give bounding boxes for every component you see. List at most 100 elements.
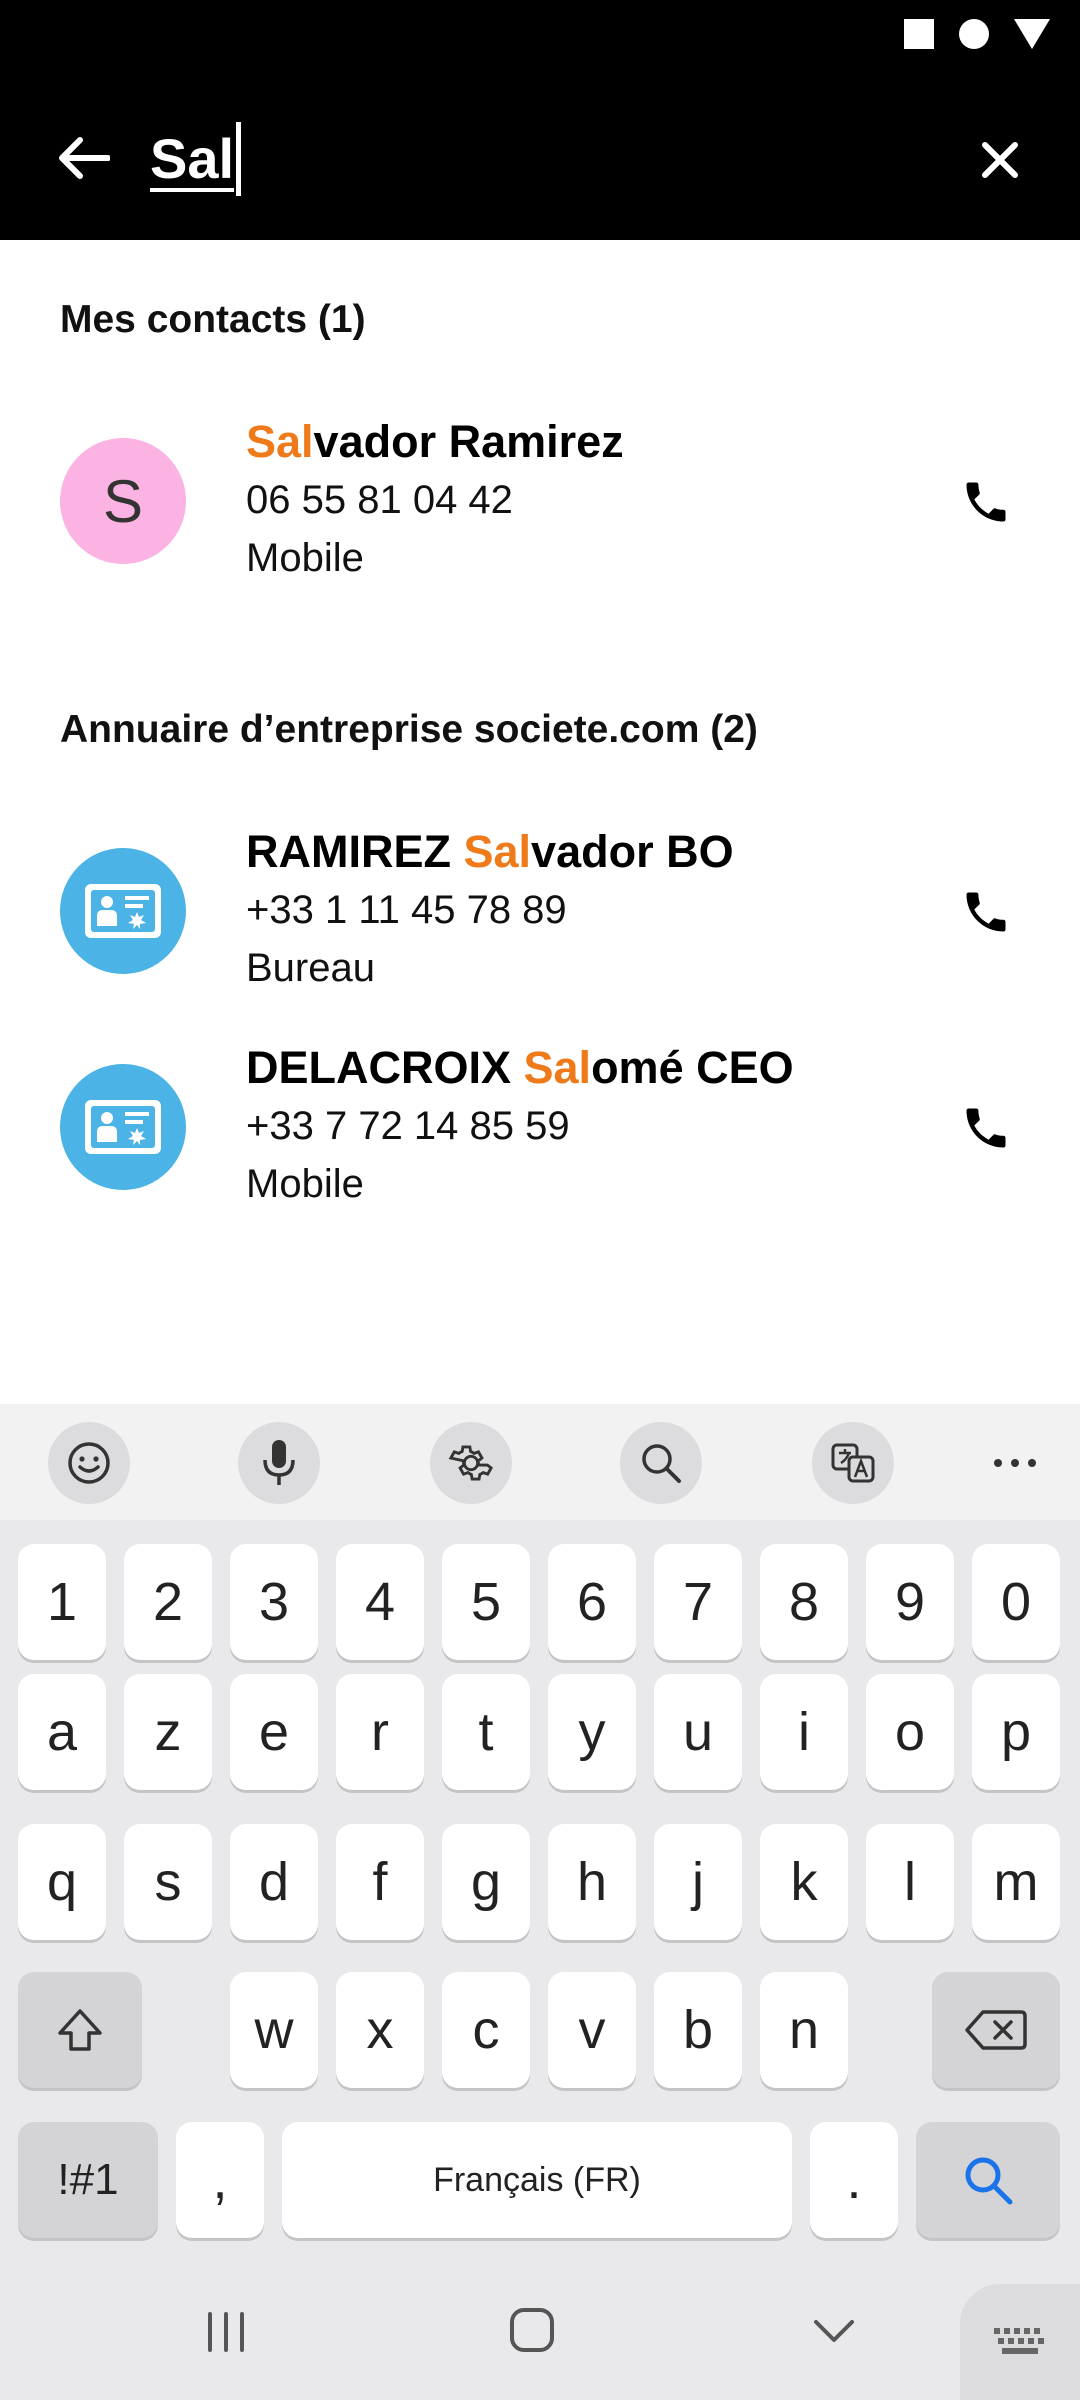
voice-input-button[interactable]	[238, 1422, 320, 1504]
contacts-section-title: Mes contacts (1)	[60, 298, 366, 341]
business-card-icon	[85, 1100, 161, 1154]
more-icon	[994, 1459, 1036, 1467]
key-l[interactable]: l	[866, 1824, 954, 1940]
symbols-key[interactable]: !#1	[18, 2122, 158, 2238]
company-avatar	[60, 1064, 186, 1190]
clear-button[interactable]	[970, 130, 1030, 190]
key-k[interactable]: k	[760, 1824, 848, 1940]
key-f[interactable]: f	[336, 1824, 424, 1940]
key-8[interactable]: 8	[760, 1544, 848, 1660]
microphone-icon	[263, 1440, 295, 1485]
home-icon	[510, 2308, 554, 2352]
contact-phone-type: Mobile	[246, 536, 364, 580]
shift-key[interactable]	[18, 1972, 142, 2088]
call-button[interactable]	[956, 882, 1016, 942]
avatar: S	[60, 438, 186, 564]
key-e[interactable]: e	[230, 1674, 318, 1790]
key-7[interactable]: 7	[654, 1544, 742, 1660]
search-input[interactable]: Sal	[150, 116, 234, 200]
shift-icon	[58, 2009, 102, 2051]
directory-row[interactable]: RAMIREZ Salvador BO +33 1 11 45 78 89 Bu…	[0, 816, 1080, 996]
emoji-icon	[68, 1442, 110, 1484]
keyboard-switch-button[interactable]	[960, 2284, 1080, 2400]
key-0[interactable]: 0	[972, 1544, 1060, 1660]
directory-row[interactable]: DELACROIX Salomé CEO +33 7 72 14 85 59 M…	[0, 1032, 1080, 1212]
key-o[interactable]: o	[866, 1674, 954, 1790]
key-q[interactable]: q	[18, 1824, 106, 1940]
contact-name: Salvador Ramirez	[246, 416, 624, 468]
key-x[interactable]: x	[336, 1972, 424, 2088]
key-n[interactable]: n	[760, 1972, 848, 2088]
backspace-icon	[965, 2010, 1027, 2050]
circle-icon	[958, 18, 990, 55]
space-key[interactable]: Français (FR)	[282, 2122, 792, 2238]
name-before: DELACROIX	[246, 1042, 524, 1093]
key-b[interactable]: b	[654, 1972, 742, 2088]
name-after: omé CEO	[591, 1042, 794, 1093]
key-d[interactable]: d	[230, 1824, 318, 1940]
directory-name: RAMIREZ Salvador BO	[246, 826, 734, 878]
contact-phone: 06 55 81 04 42	[246, 478, 513, 522]
navigation-bar	[0, 2264, 1080, 2400]
phone-icon	[966, 892, 1006, 932]
hide-keyboard-button[interactable]	[810, 2314, 858, 2350]
key-w[interactable]: w	[230, 1972, 318, 2088]
directory-phone-type: Mobile	[246, 1162, 364, 1206]
name-match: Sal	[523, 1042, 592, 1093]
search-icon	[642, 1444, 681, 1483]
text-caret	[236, 122, 241, 196]
key-v[interactable]: v	[548, 1972, 636, 2088]
key-u[interactable]: u	[654, 1674, 742, 1790]
call-button[interactable]	[956, 472, 1016, 532]
key-t[interactable]: t	[442, 1674, 530, 1790]
key-3[interactable]: 3	[230, 1544, 318, 1660]
key-9[interactable]: 9	[866, 1544, 954, 1660]
call-button[interactable]	[956, 1098, 1016, 1158]
back-button[interactable]	[52, 126, 116, 190]
search-key[interactable]	[916, 2122, 1060, 2238]
recent-apps-icon	[208, 2312, 244, 2352]
key-h[interactable]: h	[548, 1824, 636, 1940]
phone-icon	[966, 482, 1006, 522]
search-bar: Sal	[0, 72, 1080, 240]
avatar-initial: S	[102, 467, 144, 535]
chevron-down-icon	[814, 2320, 854, 2342]
key-6[interactable]: 6	[548, 1544, 636, 1660]
directory-phone-type: Bureau	[246, 946, 375, 990]
square-icon	[904, 19, 934, 54]
keyboard-search-button[interactable]	[620, 1422, 702, 1504]
contact-row[interactable]: S Salvador Ramirez 06 55 81 04 42 Mobile	[0, 406, 1080, 586]
key-s[interactable]: s	[124, 1824, 212, 1940]
key-4[interactable]: 4	[336, 1544, 424, 1660]
keyboard-toolbar	[0, 1404, 1080, 1520]
emoji-button[interactable]	[48, 1422, 130, 1504]
directory-section-title: Annuaire d’entreprise societe.com (2)	[60, 708, 758, 751]
key-r[interactable]: r	[336, 1674, 424, 1790]
key-a[interactable]: a	[18, 1674, 106, 1790]
arrow-left-icon	[59, 137, 110, 179]
key-j[interactable]: j	[654, 1824, 742, 1940]
recent-apps-button[interactable]	[204, 2308, 248, 2356]
name-before: RAMIREZ	[246, 826, 464, 877]
close-icon	[982, 142, 1018, 178]
key-p[interactable]: p	[972, 1674, 1060, 1790]
more-options-button[interactable]	[974, 1422, 1056, 1504]
period-key[interactable]: .	[810, 2122, 898, 2238]
key-y[interactable]: y	[548, 1674, 636, 1790]
backspace-key[interactable]	[932, 1972, 1060, 2088]
comma-key[interactable]: ,	[176, 2122, 264, 2238]
translate-button[interactable]	[812, 1422, 894, 1504]
keyboard-settings-button[interactable]	[430, 1422, 512, 1504]
name-after: vador Ramirez	[313, 416, 624, 467]
key-g[interactable]: g	[442, 1824, 530, 1940]
key-z[interactable]: z	[124, 1674, 212, 1790]
key-i[interactable]: i	[760, 1674, 848, 1790]
home-button[interactable]	[508, 2304, 556, 2356]
key-2[interactable]: 2	[124, 1544, 212, 1660]
key-5[interactable]: 5	[442, 1544, 530, 1660]
key-m[interactable]: m	[972, 1824, 1060, 1940]
directory-phone: +33 1 11 45 78 89	[246, 888, 567, 932]
key-1[interactable]: 1	[18, 1544, 106, 1660]
phone-icon	[966, 1108, 1006, 1148]
key-c[interactable]: c	[442, 1972, 530, 2088]
